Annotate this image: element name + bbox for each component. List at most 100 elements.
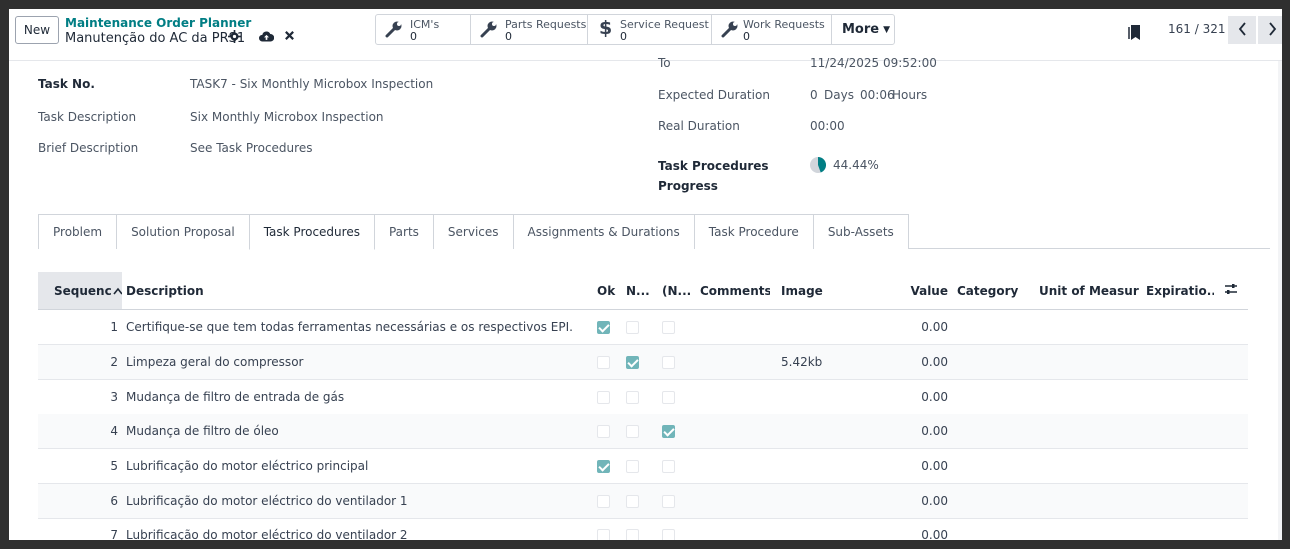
vertical-scrollbar[interactable] [1278, 61, 1282, 540]
pager-previous-button[interactable] [1228, 16, 1256, 44]
icms-button[interactable]: ICM's 0 [376, 15, 471, 44]
notebook-tabs: Problem Solution Proposal Task Procedure… [38, 214, 1270, 250]
expected-duration-hours[interactable]: 00:06 [860, 88, 895, 102]
row-value[interactable]: 0.00 [888, 414, 948, 448]
expected-duration-days[interactable]: 0 [810, 88, 818, 102]
ok-checkbox[interactable] [597, 495, 610, 508]
row-sequence: 6 [110, 494, 118, 508]
brief-description-value[interactable]: See Task Procedures [190, 141, 312, 155]
column-expiration[interactable]: Expiratio... [1146, 272, 1214, 309]
na-checkbox[interactable] [662, 391, 675, 404]
real-duration-label: Real Duration [658, 119, 740, 133]
row-description[interactable]: Lubrificação do motor eléctrico do venti… [126, 518, 408, 540]
ok-checkbox[interactable] [597, 391, 610, 404]
n-checkbox[interactable] [626, 425, 639, 438]
row-value[interactable]: 0.00 [888, 345, 948, 379]
table-row[interactable]: 1 Certifique-se que tem todas ferramenta… [38, 310, 1248, 345]
ok-checkbox[interactable] [597, 356, 610, 369]
to-label: To [658, 56, 671, 70]
table-row[interactable]: 4 Mudança de filtro de óleo 0.00 [38, 414, 1248, 449]
row-value[interactable]: 0.00 [888, 310, 948, 344]
n-checkbox[interactable] [626, 356, 639, 369]
na-checkbox[interactable] [662, 425, 675, 438]
table-row[interactable]: 6 Lubrificação do motor eléctrico do ven… [38, 484, 1248, 519]
parts-requests-button[interactable]: Parts Requests 0 [471, 15, 588, 44]
column-image[interactable]: Image [781, 272, 831, 309]
column-description[interactable]: Description [126, 272, 326, 309]
row-value[interactable]: 0.00 [888, 484, 948, 518]
new-button[interactable]: New [15, 16, 59, 44]
na-checkbox[interactable] [662, 529, 675, 540]
discard-icon[interactable] [284, 30, 295, 46]
optional-columns-toggle[interactable] [1224, 272, 1240, 309]
row-description[interactable]: Limpeza geral do compressor [126, 345, 303, 379]
row-description[interactable]: Lubrificação do motor eléctrico principa… [126, 449, 368, 483]
ok-checkbox[interactable] [597, 321, 610, 334]
tab-problem[interactable]: Problem [38, 214, 118, 249]
na-checkbox[interactable] [662, 321, 675, 334]
pager-next-button[interactable] [1258, 16, 1282, 44]
tab-parts[interactable]: Parts [373, 214, 434, 249]
breadcrumb-current: Manutenção do AC da PRS1 [65, 31, 246, 46]
more-dropdown[interactable]: More ▼ [832, 15, 894, 44]
wrench-icon [385, 20, 403, 38]
tab-assignments-durations[interactable]: Assignments & Durations [512, 214, 695, 249]
service-request-button[interactable]: $ Service Request 0 [588, 15, 712, 44]
n-checkbox[interactable] [626, 321, 639, 334]
tab-services[interactable]: Services [432, 214, 514, 249]
n-checkbox[interactable] [626, 391, 639, 404]
bookmark-icon[interactable] [1128, 24, 1141, 44]
task-no-label: Task No. [38, 77, 95, 91]
sort-ascending-icon [113, 284, 122, 298]
row-value[interactable]: 0.00 [888, 449, 948, 483]
row-value[interactable]: 0.00 [888, 518, 948, 540]
column-unit-of-measure[interactable]: Unit of Measure [1039, 272, 1139, 309]
ok-checkbox[interactable] [597, 529, 610, 540]
gear-icon[interactable] [228, 30, 241, 48]
column-n[interactable]: N... [626, 272, 654, 309]
expected-duration-days-unit: Days [824, 88, 854, 102]
table-row[interactable]: 3 Mudança de filtro de entrada de gás 0.… [38, 380, 1248, 415]
chevron-right-icon [1268, 21, 1277, 39]
to-value[interactable]: 11/24/2025 09:52:00 [810, 56, 937, 70]
n-checkbox[interactable] [626, 460, 639, 473]
table-row[interactable]: 2 Limpeza geral do compressor 5.42kb 0.0… [38, 345, 1248, 380]
row-description[interactable]: Certifique-se que tem todas ferramentas … [126, 310, 573, 344]
table-row[interactable]: 5 Lubrificação do motor eléctrico princi… [38, 449, 1248, 484]
column-sequence[interactable]: Sequenc [38, 272, 122, 309]
column-ok[interactable]: Ok [597, 272, 621, 309]
work-requests-button[interactable]: Work Requests 0 [712, 15, 832, 44]
column-na[interactable]: (N... [662, 272, 694, 309]
na-checkbox[interactable] [662, 356, 675, 369]
cloud-upload-icon[interactable] [259, 30, 275, 48]
tab-solution-proposal[interactable]: Solution Proposal [116, 214, 250, 249]
real-duration-value[interactable]: 00:00 [810, 119, 845, 133]
row-description[interactable]: Lubrificação do motor eléctrico do venti… [126, 484, 408, 518]
na-checkbox[interactable] [662, 495, 675, 508]
row-description[interactable]: Mudança de filtro de óleo [126, 414, 279, 448]
tab-sub-assets[interactable]: Sub-Assets [812, 214, 909, 249]
caret-down-icon: ▼ [883, 24, 891, 35]
pager-value[interactable]: 161 / 321 [1168, 22, 1225, 36]
dollar-icon: $ [599, 17, 613, 39]
ok-checkbox[interactable] [597, 460, 610, 473]
n-checkbox[interactable] [626, 495, 639, 508]
row-description[interactable]: Mudança de filtro de entrada de gás [126, 380, 344, 414]
row-image[interactable]: 5.42kb [781, 345, 822, 379]
n-checkbox[interactable] [626, 529, 639, 540]
task-description-value[interactable]: Six Monthly Microbox Inspection [190, 110, 384, 124]
task-description-label: Task Description [38, 110, 137, 124]
table-row[interactable]: 7 Lubrificação do motor eléctrico do ven… [38, 518, 1248, 540]
ok-checkbox[interactable] [597, 425, 610, 438]
column-category[interactable]: Category [957, 272, 1027, 309]
column-value[interactable]: Value [908, 272, 948, 309]
na-checkbox[interactable] [662, 460, 675, 473]
row-value[interactable]: 0.00 [888, 380, 948, 414]
breadcrumb-parent-link[interactable]: Maintenance Order Planner [65, 16, 251, 30]
task-no-value[interactable]: TASK7 - Six Monthly Microbox Inspection [190, 77, 433, 91]
tab-task-procedure[interactable]: Task Procedure [693, 214, 814, 249]
row-sequence: 1 [110, 320, 118, 334]
tab-task-procedures[interactable]: Task Procedures [248, 214, 375, 250]
chevron-left-icon [1238, 21, 1247, 39]
column-comments[interactable]: Comments [700, 272, 770, 309]
